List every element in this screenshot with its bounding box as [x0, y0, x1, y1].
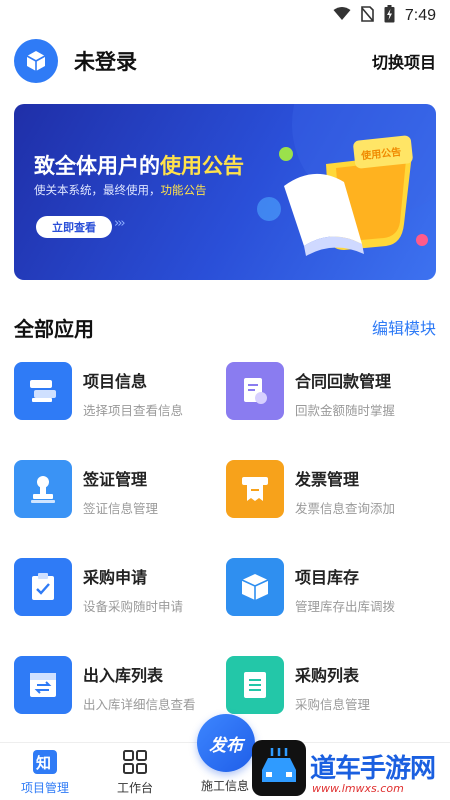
section-header: 全部应用 编辑模块 — [14, 310, 436, 344]
arrows-decoration-icon: ››› — [114, 216, 126, 231]
app-contract-payment[interactable]: 合同回款管理回款金额随时掌握 — [226, 362, 436, 424]
watermark-text: 道车手游网 — [310, 754, 436, 784]
nav-item-project-management[interactable]: 知 项目管理 — [5, 749, 85, 796]
contract-payment-icon — [226, 362, 284, 420]
purchase-request-icon — [14, 558, 72, 616]
app-desc: 选择项目查看信息 — [83, 403, 184, 418]
project-info-icon — [14, 362, 72, 420]
app-project-info[interactable]: 项目信息选择项目查看信息 — [14, 362, 224, 424]
app-name: 采购列表 — [295, 666, 360, 685]
app-name: 项目库存 — [295, 568, 360, 587]
switch-project-button[interactable]: 切换项目 — [372, 49, 436, 73]
app-name: 发票管理 — [295, 470, 360, 489]
app-desc: 发票信息查询添加 — [295, 501, 396, 516]
clock: 7:49 — [404, 7, 436, 24]
app-name: 合同回款管理 — [295, 372, 392, 391]
watermark-url: www.lmwxs.com — [312, 782, 404, 795]
nav-label: 工作台 — [116, 781, 153, 795]
app-visa-management[interactable]: 签证管理签证信息管理 — [14, 460, 224, 522]
wifi-icon — [333, 7, 351, 25]
battery-icon — [384, 5, 395, 27]
app-desc: 签证信息管理 — [83, 501, 159, 516]
app-name: 项目信息 — [83, 372, 148, 391]
publish-button[interactable]: 发布 — [197, 714, 255, 772]
edit-modules-button[interactable]: 编辑模块 — [372, 315, 436, 339]
view-now-button[interactable]: 立即查看 — [36, 216, 112, 238]
banner-title-highlight: 使用公告 — [160, 154, 244, 178]
header: 未登录 切换项目 — [14, 38, 436, 84]
invoice-icon — [226, 460, 284, 518]
app-desc: 设备采购随时申请 — [83, 599, 184, 614]
project-management-icon-text: 知 — [36, 754, 51, 772]
app-purchase-list[interactable]: 采购列表采购信息管理 — [226, 656, 436, 718]
nav-label: 项目管理 — [20, 781, 69, 795]
banner-subtitle-highlight: 功能公告 — [160, 183, 207, 197]
app-purchase-request[interactable]: 采购申请设备采购随时申请 — [14, 558, 224, 620]
avatar[interactable] — [14, 39, 58, 83]
banner-title: 致全体用户的使用公告 — [34, 150, 244, 180]
app-desc: 出入库详细信息查看 — [83, 697, 196, 712]
app-name: 出入库列表 — [83, 666, 164, 685]
login-status[interactable]: 未登录 — [74, 46, 137, 76]
announcement-banner[interactable]: 使用公告 致全体用户的使用公告 使关本系统，最终使用，功能公告 立即查看 ››› — [14, 104, 436, 280]
site-watermark: 道车手游网 www.lmwxs.com — [250, 736, 450, 800]
app-invoice-management[interactable]: 发票管理发票信息查询添加 — [226, 460, 436, 522]
nav-item-workbench[interactable]: 工作台 — [95, 749, 175, 796]
app-project-inventory[interactable]: 项目库存管理库存出库调拨 — [226, 558, 436, 620]
app-name: 签证管理 — [83, 470, 148, 489]
app-name: 采购申请 — [83, 568, 148, 587]
inventory-box-icon — [226, 558, 284, 616]
nav-label: 施工信息 — [200, 779, 249, 793]
app-desc: 采购信息管理 — [295, 697, 371, 712]
banner-title-prefix: 致全体用户的 — [34, 154, 160, 178]
banner-subtitle: 使关本系统，最终使用，功能公告 — [34, 182, 207, 198]
in-out-list-icon — [14, 656, 72, 714]
no-sim-icon — [361, 6, 374, 26]
app-desc: 回款金额随时掌握 — [295, 403, 396, 418]
banner-subtitle-prefix: 使关本系统，最终使用， — [34, 183, 161, 197]
app-desc: 管理库存出库调拨 — [295, 599, 396, 614]
cube-icon — [26, 51, 46, 71]
project-management-icon: 知 — [33, 750, 57, 774]
app-in-out-list[interactable]: 出入库列表出入库详细信息查看 — [14, 656, 224, 718]
visa-stamp-icon — [14, 460, 72, 518]
purchase-list-icon — [226, 656, 284, 714]
grid-icon — [123, 750, 147, 774]
status-bar: 7:49 — [0, 0, 450, 32]
watermark-logo-icon — [252, 740, 306, 796]
section-title: 全部应用 — [14, 316, 94, 341]
